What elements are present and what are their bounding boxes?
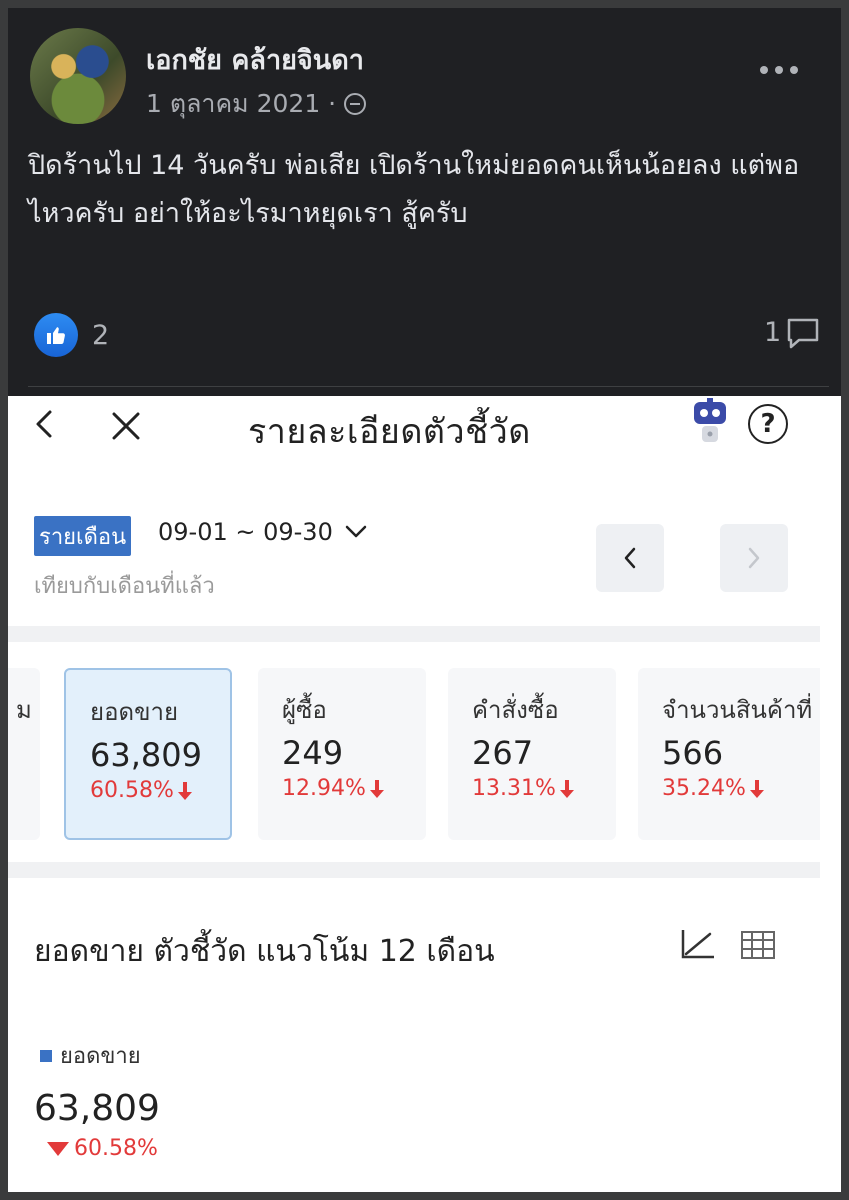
post-author[interactable]: เอกชัย คล้ายจินดา — [146, 38, 364, 81]
metric-delta-text: 35.24% — [662, 776, 746, 801]
triangle-down-icon — [47, 1141, 69, 1156]
metric-card-orders[interactable]: คำสั่งซื้อ 267 13.31% — [448, 668, 616, 840]
trend-delta: 60.58% — [46, 1136, 158, 1161]
metric-card-partial[interactable]: ม — [8, 668, 40, 840]
metric-label: จำนวนสินค้าที่ — [662, 696, 813, 724]
robot-icon[interactable] — [692, 398, 728, 446]
period-selector[interactable]: รายเดือน — [34, 516, 132, 556]
metric-delta-text: 12.94% — [282, 776, 366, 801]
divider — [28, 386, 829, 387]
trend-delta-text: 60.58% — [74, 1136, 158, 1161]
section-divider — [8, 862, 820, 878]
post-meta: 1 ตุลาคม 2021 · — [146, 84, 367, 124]
chevron-right-icon — [748, 547, 760, 569]
chevron-down-icon — [345, 525, 367, 538]
date-range-text: 09-01 ~ 09-30 — [158, 518, 333, 546]
compare-note: เทียบกับเดือนที่แล้ว — [34, 574, 215, 599]
table-icon[interactable] — [740, 930, 776, 960]
metric-delta: 60.58% — [90, 778, 194, 803]
next-period-button[interactable] — [720, 524, 788, 592]
like-icon — [34, 313, 78, 357]
arrow-down-icon — [749, 779, 764, 798]
page-title: รายละเอียดตัวชี้วัด — [248, 412, 531, 452]
metric-value: 267 — [472, 734, 534, 772]
screenshot-frame: เอกชัย คล้ายจินดา 1 ตุลาคม 2021 · ปิดร้า… — [0, 0, 849, 1200]
post-date[interactable]: 1 ตุลาคม 2021 · — [146, 84, 336, 124]
metric-value: 249 — [282, 734, 344, 772]
comment-count: 1 — [764, 316, 782, 348]
metric-delta-text: 13.31% — [472, 776, 556, 801]
metric-label: คำสั่งซื้อ — [472, 696, 559, 724]
metric-delta: 12.94% — [282, 776, 386, 801]
comment-icon — [787, 318, 819, 349]
trend-heading: ยอดขาย ตัวชี้วัด แนวโน้ม 12 เดือน — [34, 934, 495, 969]
date-range-dropdown[interactable]: 09-01 ~ 09-30 — [158, 518, 367, 546]
post-text: ปิดร้านไป 14 วันครับ พ่อเสีย เปิดร้านใหม… — [28, 150, 800, 229]
metric-label: ยอดขาย — [90, 698, 179, 726]
date-filter: รายเดือน 09-01 ~ 09-30 เทียบกับเดือนที่แ… — [8, 506, 841, 606]
facebook-post: เอกชัย คล้ายจินดา 1 ตุลาคม 2021 · ปิดร้า… — [8, 8, 841, 396]
legend-label: ยอดขาย — [60, 1044, 141, 1069]
arrow-down-icon — [559, 779, 574, 798]
metric-value: 63,809 — [90, 736, 202, 774]
globe-icon — [344, 93, 367, 115]
metric-card-sales[interactable]: ยอดขาย 63,809 60.58% — [64, 668, 232, 840]
metric-label: ม — [16, 696, 32, 724]
close-icon[interactable] — [108, 408, 144, 444]
previous-period-button[interactable] — [596, 524, 664, 592]
metric-delta: 13.31% — [472, 776, 576, 801]
section-divider — [8, 626, 820, 642]
line-chart-icon[interactable] — [680, 928, 716, 960]
back-icon[interactable] — [30, 406, 60, 442]
arrow-down-icon — [369, 779, 384, 798]
comment-summary[interactable]: 1 — [764, 314, 821, 350]
help-icon[interactable]: ? — [748, 404, 788, 444]
trend-value: 63,809 — [34, 1088, 160, 1129]
metric-cards: ม ยอดขาย 63,809 60.58% ผู้ซื้อ 249 12.94… — [8, 664, 820, 844]
metric-delta-text: 60.58% — [90, 778, 174, 803]
avatar[interactable] — [30, 28, 126, 124]
metrics-app: รายละเอียดตัวชี้วัด ? รายเดือน 09-01 ~ 0… — [8, 396, 841, 1192]
chevron-left-icon — [624, 547, 636, 569]
reaction-summary[interactable]: 2 — [34, 313, 109, 357]
metric-card-items[interactable]: จำนวนสินค้าที่ 566 35.24% — [638, 668, 820, 840]
legend-swatch — [40, 1049, 52, 1062]
metric-value: 566 — [662, 734, 724, 772]
metric-card-buyers[interactable]: ผู้ซื้อ 249 12.94% — [258, 668, 426, 840]
metric-delta: 35.24% — [662, 776, 766, 801]
like-count: 2 — [92, 319, 110, 351]
app-header: รายละเอียดตัวชี้วัด ? — [8, 396, 841, 456]
more-icon[interactable] — [760, 60, 810, 80]
chart-legend: ยอดขาย — [40, 1038, 141, 1073]
arrow-down-icon — [177, 781, 192, 800]
trend-section: ยอดขาย ตัวชี้วัด แนวโน้ม 12 เดือน ยอดขาย… — [8, 896, 841, 1192]
metric-label: ผู้ซื้อ — [282, 696, 327, 724]
